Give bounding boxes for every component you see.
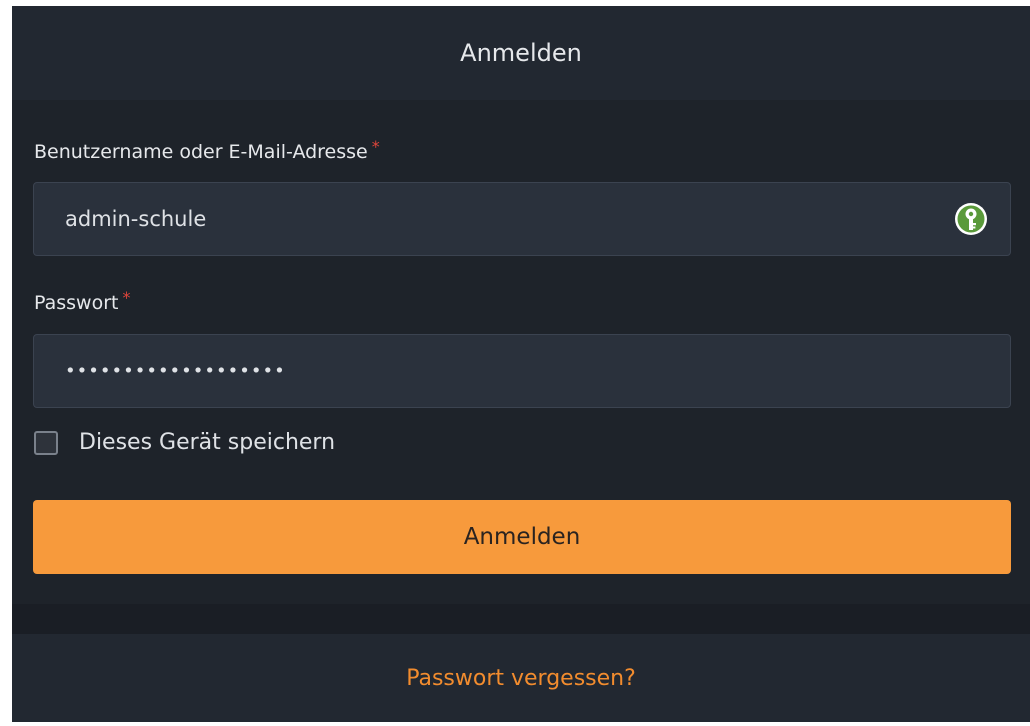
username-value: admin-schule xyxy=(65,207,207,231)
login-form: Benutzername oder E-Mail-Adresse * admin-… xyxy=(12,100,1030,604)
username-label: Benutzername oder E-Mail-Adresse * xyxy=(34,137,380,163)
login-button-label: Anmelden xyxy=(463,524,581,550)
remember-device-checkbox[interactable] xyxy=(34,430,58,455)
section-divider xyxy=(12,604,1030,634)
password-label: Passwort * xyxy=(34,288,130,314)
page-title: Anmelden xyxy=(460,39,582,67)
remember-device[interactable]: Dieses Gerät speichern xyxy=(34,430,335,455)
username-label-text: Benutzername oder E-Mail-Adresse xyxy=(34,141,368,163)
required-asterisk: * xyxy=(122,288,131,307)
password-label-text: Passwort xyxy=(34,292,119,314)
username-field[interactable]: admin-schule xyxy=(33,182,1011,256)
login-footer: Passwort vergessen? xyxy=(12,634,1030,722)
password-manager-key-icon[interactable] xyxy=(954,202,988,236)
login-card: Anmelden Benutzername oder E-Mail-Adress… xyxy=(12,6,1030,722)
password-value: ••••••••••••••••••• xyxy=(65,360,286,382)
login-header: Anmelden xyxy=(12,6,1030,100)
remember-device-label[interactable]: Dieses Gerät speichern xyxy=(79,430,335,455)
password-field[interactable]: ••••••••••••••••••• xyxy=(33,334,1011,408)
forgot-password-link[interactable]: Passwort vergessen? xyxy=(406,666,636,691)
required-asterisk: * xyxy=(371,137,380,156)
login-button[interactable]: Anmelden xyxy=(33,500,1011,574)
